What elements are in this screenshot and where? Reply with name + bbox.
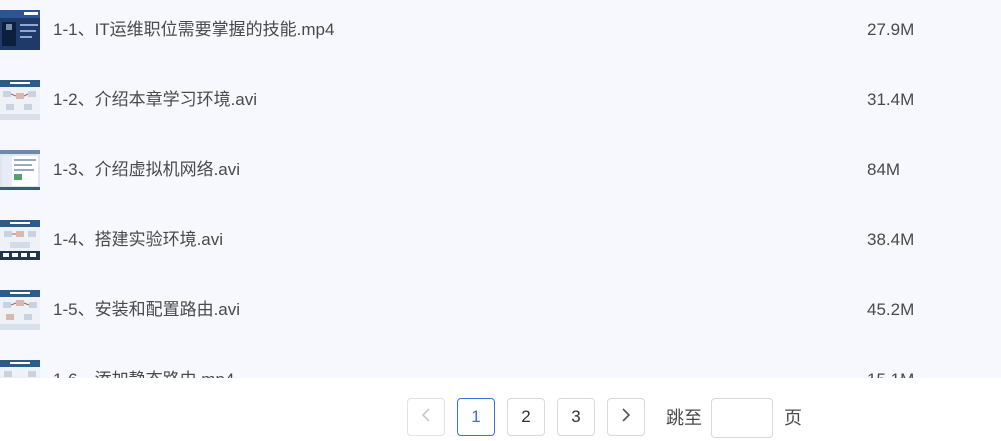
slide-thumbnail <box>0 220 40 260</box>
file-name[interactable]: 1-4、搭建实验环境.avi <box>53 229 223 251</box>
file-name[interactable]: 1-6、添加静态路由.mp4 <box>53 369 234 378</box>
page-button-3[interactable]: 3 <box>557 398 595 436</box>
page-button-1[interactable]: 1 <box>457 398 495 436</box>
file-name[interactable]: 1-2、介绍本章学习环境.avi <box>53 89 257 111</box>
file-row[interactable]: 1-5、安装和配置路由.avi 45.2M <box>0 280 1001 350</box>
file-name[interactable]: 1-3、介绍虚拟机网络.avi <box>53 159 240 181</box>
page-unit-label: 页 <box>784 408 802 428</box>
file-row[interactable]: 1-4、搭建实验环境.avi 38.4M <box>0 210 1001 280</box>
video-thumbnail <box>0 10 40 50</box>
jump-page-input[interactable] <box>711 398 773 438</box>
file-browser: 1-1、IT运维职位需要掌握的技能.mp4 27.9M 1-2、介绍本章学习环境… <box>0 0 1001 441</box>
file-row[interactable]: 1-6、添加静态路由.mp4 15.1M <box>0 350 1001 378</box>
page-button-2[interactable]: 2 <box>507 398 545 436</box>
file-row[interactable]: 1-2、介绍本章学习环境.avi 31.4M <box>0 70 1001 140</box>
file-size: 31.4M <box>867 90 915 109</box>
prev-page-button[interactable] <box>407 398 445 436</box>
slide-thumbnail <box>0 290 40 330</box>
file-size: 27.9M <box>867 20 915 39</box>
slide-thumbnail <box>0 80 40 120</box>
window-thumbnail <box>0 150 40 190</box>
file-size: 84M <box>867 160 901 179</box>
chevron-right-icon <box>621 407 631 427</box>
chevron-left-icon <box>421 407 431 427</box>
file-row[interactable]: 1-3、介绍虚拟机网络.avi 84M <box>0 140 1001 210</box>
file-name[interactable]: 1-1、IT运维职位需要掌握的技能.mp4 <box>53 19 334 41</box>
slide-thumbnail <box>0 360 40 378</box>
file-size: 38.4M <box>867 230 915 249</box>
file-list: 1-1、IT运维职位需要掌握的技能.mp4 27.9M 1-2、介绍本章学习环境… <box>0 0 1001 378</box>
pagination: 1 2 3 跳至 页 <box>0 378 1001 441</box>
next-page-button[interactable] <box>607 398 645 436</box>
file-size: 45.2M <box>867 300 915 319</box>
file-size: 15.1M <box>867 369 914 378</box>
jump-label: 跳至 <box>666 408 702 428</box>
file-row[interactable]: 1-1、IT运维职位需要掌握的技能.mp4 27.9M <box>0 0 1001 70</box>
file-name[interactable]: 1-5、安装和配置路由.avi <box>53 299 240 321</box>
